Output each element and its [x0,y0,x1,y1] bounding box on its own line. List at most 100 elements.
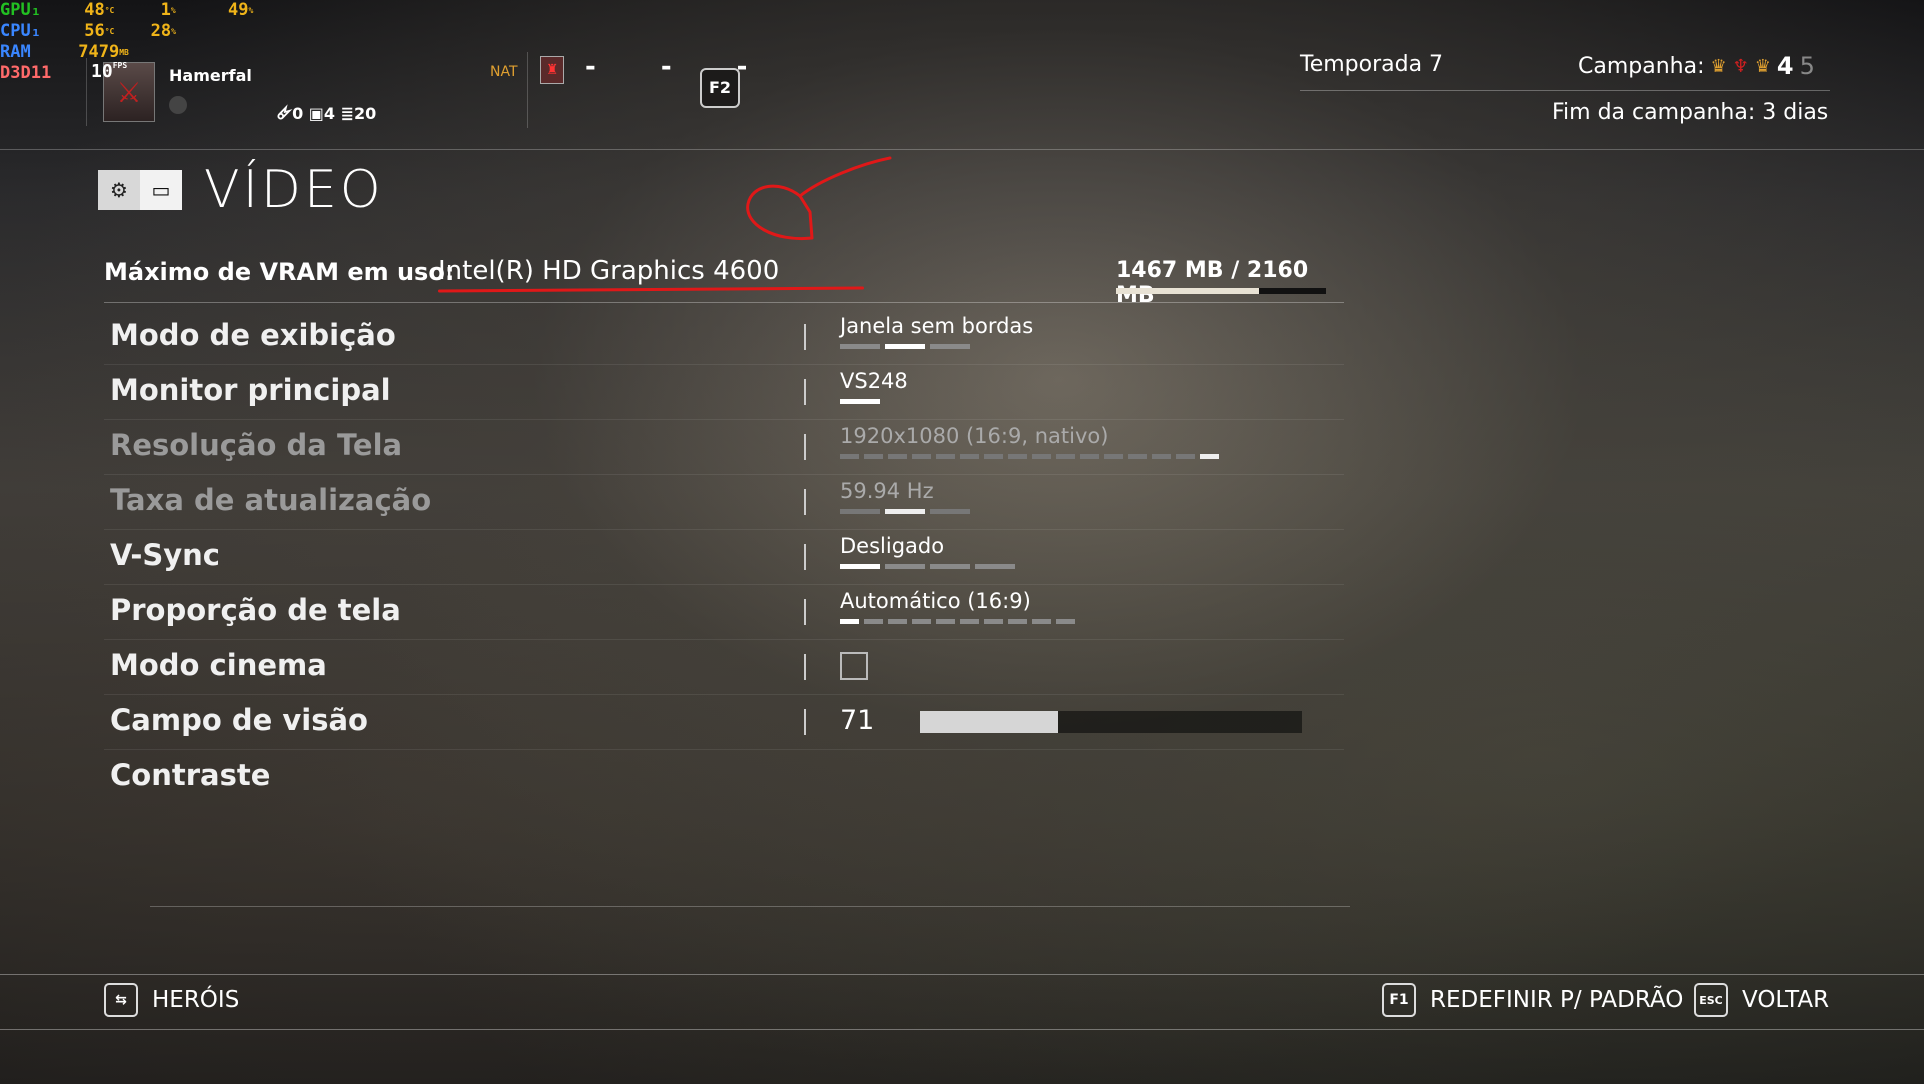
setting-main-monitor[interactable]: Monitor principal VS248 [104,365,1344,420]
video-settings-list: Modo de exibição Janela sem bordas Monit… [104,310,1344,804]
option-indicator [840,564,1015,569]
gpu-name: Intel(R) HD Graphics 4600 [438,256,780,286]
option-tick [840,509,880,514]
setting-refresh-rate: Taxa de atualização 59.94 Hz [104,475,1344,530]
setting-label: Taxa de atualização [110,483,432,517]
f1-key-icon: F1 [1382,983,1416,1017]
setting-display-mode[interactable]: Modo de exibição Janela sem bordas [104,310,1344,365]
red-annotation-arrow [746,156,892,241]
fov-value: 71 [840,705,875,736]
option-tick [960,454,979,459]
reset-defaults-button[interactable]: F1 REDEFINIR P/ PADRÃO [1382,983,1683,1017]
option-tick [840,564,880,569]
setting-separator [804,544,806,570]
header-divider [527,52,528,128]
option-tick [1008,619,1027,624]
setting-label: Modo cinema [110,648,327,682]
option-tick [1152,454,1171,459]
vram-usage-fill [1116,288,1259,294]
vram-usage-row: Máximo de VRAM em uso: Intel(R) HD Graph… [104,256,1344,308]
gear-icon: ⚙ [98,170,140,210]
setting-separator [804,709,806,735]
page-title: VÍDEO [204,160,384,220]
overlay-gpu-label: GPU₁ [0,0,41,20]
overlay-gpu-extra: 49 [227,0,249,20]
setting-separator [804,324,806,350]
option-tick [1104,454,1123,459]
fps-unit: FPS [112,61,128,70]
viking-faction-icon: ♆ [1732,55,1749,77]
player-card[interactable]: ⚔ 10FPS Hamerfal 🜸0 ▣4 ≣20 [86,58,527,126]
setting-value[interactable]: Automático (16:9) [840,589,1031,613]
vram-divider [104,302,1344,303]
setting-label: Monitor principal [110,373,391,407]
setting-separator [804,489,806,515]
overlay-cpu-label: CPU₁ [0,21,41,41]
footer-bar: ⇆ HERÓIS F1 REDEFINIR P/ PADRÃO ESC VOLT… [0,974,1924,1030]
option-tick [1032,619,1051,624]
samurai-faction-icon: ♛ [1754,55,1771,77]
setting-contrast[interactable]: Contraste [104,750,1344,804]
fov-slider-fill [920,711,1058,733]
faction-badge-icon [169,96,187,114]
option-indicator [840,509,970,514]
setting-separator [804,654,806,680]
fps-value: 10 [91,61,113,82]
emblem-slot-icon[interactable]: ♜ [540,56,564,84]
overlay-cpu-temp-unit: °C [104,27,115,36]
option-tick [840,399,880,404]
settings-bottom-divider [150,906,1350,907]
setting-vsync[interactable]: V-Sync Desligado [104,530,1344,585]
option-tick [912,454,931,459]
campaign-current-number: 4 [1776,52,1794,80]
option-tick [975,564,1015,569]
fov-slider[interactable] [920,711,1302,733]
monitor-icon: ▭ [140,170,182,210]
esc-key-icon: ESC [1694,983,1728,1017]
setting-value[interactable]: Janela sem bordas [840,314,1033,338]
back-button[interactable]: ESC VOLTAR [1694,983,1829,1017]
option-tick [960,619,979,624]
option-tick [912,619,931,624]
overlay-gpu-row: GPU₁ 48°C 1% 49% [0,0,253,21]
f2-key-button[interactable]: F2 [700,68,740,108]
setting-value: 1920x1080 (16:9, nativo) [840,424,1109,448]
setting-label: V-Sync [110,538,220,572]
option-tick [930,509,970,514]
option-tick [840,454,859,459]
setting-value[interactable]: VS248 [840,369,908,393]
setting-value: 59.94 Hz [840,479,934,503]
setting-aspect-ratio[interactable]: Proporção de tela Automático (16:9) [104,585,1344,640]
heroes-button[interactable]: ⇆ HERÓIS [104,983,239,1017]
option-tick [864,619,883,624]
nat-status: NAT [490,64,518,80]
option-tick [1080,454,1099,459]
setting-separator [804,599,806,625]
option-tick [864,454,883,459]
overlay-cpu-load-unit: % [171,27,176,36]
campaign-end-label: Fim da campanha: 3 dias [1552,100,1829,125]
vram-label: Máximo de VRAM em uso: [104,258,455,286]
setting-value[interactable]: Desligado [840,534,944,558]
settings-category-icons: ⚙ ▭ [98,170,182,210]
option-tick [1032,454,1051,459]
option-tick [885,509,925,514]
option-tick [888,454,907,459]
heroes-key-icon: ⇆ [104,983,138,1017]
vram-amount: 1467 MB / 2160 MB [1116,258,1309,308]
campaign-next-number: 5 [1799,52,1815,80]
player-stats: 🜸0 ▣4 ≣20 [277,104,377,123]
option-tick [840,344,880,349]
setting-label: Contraste [110,758,271,792]
setting-label: Proporção de tela [110,593,401,627]
overlay-cpu-temp: 56 [84,21,105,41]
overlay-cpu-row: CPU₁ 56°C 28% [0,21,176,42]
option-tick [1056,454,1075,459]
setting-cinema-mode[interactable]: Modo cinema [104,640,1344,695]
cinema-mode-checkbox[interactable] [840,652,868,680]
setting-label: Resolução da Tela [110,428,403,462]
option-tick [840,619,859,624]
option-indicator [840,619,1075,624]
setting-field-of-view[interactable]: Campo de visão 71 [104,695,1344,750]
overlay-gpu-load: 1 [160,0,171,20]
